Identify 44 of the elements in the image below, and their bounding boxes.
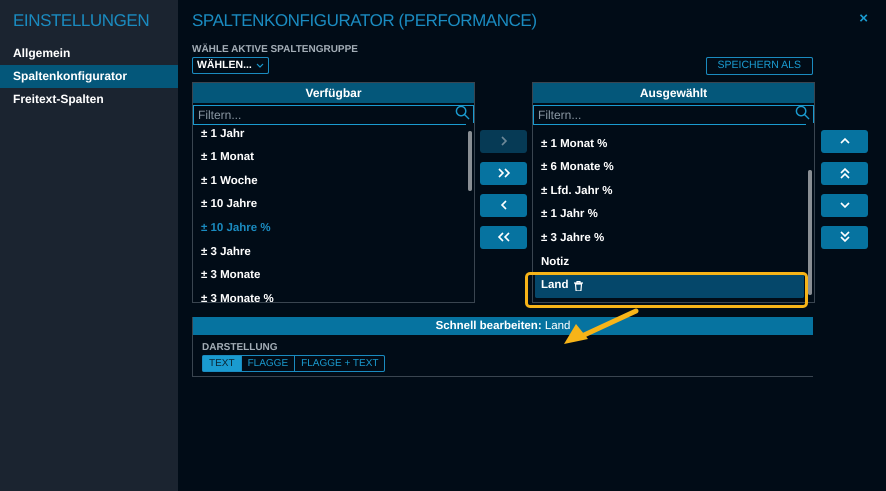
chevron-right-icon xyxy=(496,166,510,180)
segment-option[interactable]: FLAGGE + TEXT xyxy=(294,356,384,370)
move-button[interactable] xyxy=(480,226,527,248)
save-as-button[interactable]: SPEICHERN ALS xyxy=(706,56,813,74)
list-item[interactable]: ± 1 Woche xyxy=(201,172,258,190)
list-item[interactable]: ± Lfd. Jahr % xyxy=(541,182,612,200)
page-title: SPALTENKONFIGURATOR (PERFORMANCE) xyxy=(192,10,537,32)
list-item[interactable]: Notiz xyxy=(541,254,570,271)
sidebar-item[interactable]: Spaltenkonfigurator xyxy=(0,64,178,88)
chevron-down-icon xyxy=(838,230,852,244)
list-item[interactable]: ± 1 Monat xyxy=(201,149,254,167)
group-label: WÄHLE AKTIVE SPALTENGRUPPE xyxy=(192,42,359,56)
list-item[interactable]: ± 6 Monate % xyxy=(541,159,614,177)
sidebar-title: EINSTELLUNGEN xyxy=(12,10,150,32)
group-dropdown[interactable]: WÄHLEN... xyxy=(192,57,269,74)
segment-option[interactable]: FLAGGE xyxy=(240,356,294,370)
order-button[interactable] xyxy=(821,226,868,248)
list-item[interactable]: ± 3 Jahre % xyxy=(541,230,604,248)
list-item[interactable]: ± 1 Monat % xyxy=(541,136,608,153)
search-icon xyxy=(795,104,810,120)
trash-icon[interactable] xyxy=(574,280,584,291)
list-item[interactable]: ± 1 Jahr % xyxy=(541,206,598,224)
panel-header: Ausgewählt xyxy=(533,82,814,102)
search-icon xyxy=(455,104,470,120)
quick-edit-title: Schnell bearbeiten: Land xyxy=(193,316,813,334)
chevron-left-icon xyxy=(496,230,510,244)
move-button[interactable] xyxy=(480,162,527,184)
list-item[interactable]: ± 3 Monate xyxy=(201,267,260,284)
sidebar-item[interactable]: Allgemein xyxy=(0,42,178,64)
list-item[interactable]: Land xyxy=(541,277,568,294)
filter-field[interactable]: Filtern... xyxy=(533,104,814,124)
list-item[interactable]: ± 10 Jahre xyxy=(201,196,258,214)
list-item[interactable]: ± 3 Jahre xyxy=(201,244,251,261)
section-label: DARSTELLUNG xyxy=(202,340,279,354)
filter-field[interactable]: Filtern... xyxy=(193,104,474,124)
list-item[interactable]: ± 10 Jahre % xyxy=(201,220,271,238)
segment-option[interactable]: TEXT xyxy=(203,356,241,370)
list-item[interactable]: ± 1 Jahr xyxy=(201,126,244,143)
sidebar-item[interactable]: Freitext-Spalten xyxy=(0,88,178,110)
close-button[interactable]: × xyxy=(859,11,868,26)
order-button[interactable] xyxy=(821,162,868,184)
caret-icon xyxy=(256,62,264,68)
chevron-up-icon xyxy=(838,166,852,180)
panel-header: Verfügbar xyxy=(193,82,474,102)
